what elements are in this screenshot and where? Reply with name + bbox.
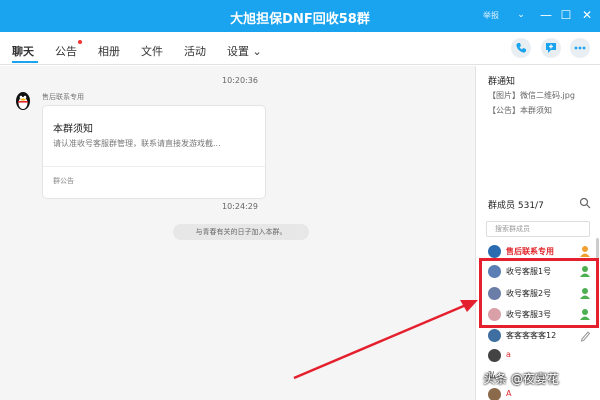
maximize-button[interactable]: ☐ [557,6,575,24]
tab-bar: 聊天 公告 相册 文件 活动 设置 ⌄ [0,32,600,65]
member-name: a [506,350,511,359]
chevron-down-icon[interactable]: ⌄ [512,6,530,24]
notice-card-title: 本群须知 [53,124,93,135]
system-message: 与青春有关的日子加入本群。 [173,224,309,240]
window-title: 大旭担保DNF回收58群 [230,12,370,27]
member-avatar [488,388,501,400]
tab-chat[interactable]: 聊天 [12,43,34,59]
tab-files[interactable]: 文件 [141,43,163,59]
member-name: 客客客客客12 [506,331,557,340]
unread-dot [78,40,82,44]
title-bar: 大旭担保DNF回收58群 举报 ⌄ — ☐ ✕ [0,0,600,32]
notice-card-body: 请认准收号客服群管理，联系请直接发游戏截... [53,139,221,148]
tab-settings[interactable]: 设置 ⌄ [227,43,262,59]
qq-penguin-avatar[interactable] [12,89,34,111]
active-tab-indicator [12,61,38,63]
notice-card-footer: 群公告 [53,177,74,185]
member-avatar [488,245,501,258]
member-name: A [506,389,512,398]
report-link[interactable]: 举报 [483,10,499,21]
notice-item[interactable]: 【公告】本群须知 [488,105,552,116]
tab-activities[interactable]: 活动 [184,43,206,59]
more-button[interactable] [570,38,590,58]
chat-panel[interactable]: 10:20:36 售后联系专用 本群须知 请认准收号客服群管理，联系请直接发游戏… [0,66,475,400]
chat-bubble-icon [546,43,556,53]
message-time: 10:20:36 [222,76,258,85]
more-icon [574,46,586,50]
group-notice-heading[interactable]: 群通知 [488,74,515,87]
notice-item[interactable]: 【图片】微信二维码.jpg [488,90,575,101]
member-row[interactable]: 客客客客客12 [476,325,600,347]
members-heading: 群成员 531/7 [488,201,544,211]
close-button[interactable]: ✕ [578,6,596,24]
group-sidebar: 群通知 【图片】微信二维码.jpg 【公告】本群须知 群成员 531/7 搜索群… [476,66,600,400]
message-time: 10:24:29 [222,202,258,211]
member-name: 售后联系专用 [506,247,554,256]
notice-card-divider [43,166,265,167]
member-search-input[interactable]: 搜索群成员 [486,221,590,237]
highlight-box [479,258,599,328]
sender-name: 售后联系专用 [42,93,84,101]
search-icon[interactable] [579,197,591,209]
watermark: 头条 @夜宴花 [483,372,559,386]
owner-icon [580,246,590,257]
member-row[interactable]: a [476,345,600,367]
tab-announcement[interactable]: 公告 [55,43,77,59]
edit-icon[interactable] [579,329,591,342]
group-notice-card[interactable]: 本群须知 请认准收号客服群管理，联系请直接发游戏截... 群公告 [43,106,265,198]
phone-icon [516,43,526,53]
minimize-button[interactable]: — [537,6,555,24]
tab-album[interactable]: 相册 [98,43,120,59]
new-message-button[interactable] [541,38,561,58]
member-avatar [488,329,501,342]
call-button[interactable] [511,38,531,58]
member-avatar [488,349,501,362]
